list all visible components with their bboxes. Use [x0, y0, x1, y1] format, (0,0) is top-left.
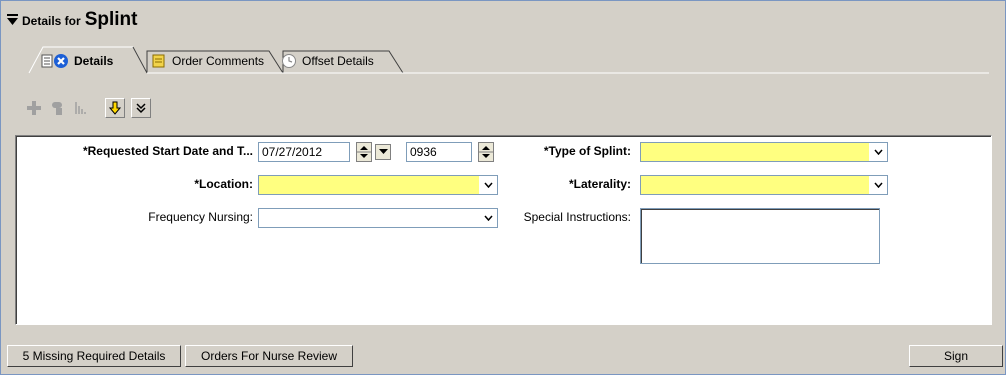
missing-details-button[interactable]: 5 Missing Required Details: [7, 345, 181, 367]
special-instructions-textarea[interactable]: [640, 208, 880, 264]
tab-order-comments[interactable]: Order Comments: [151, 49, 264, 73]
down-arrow-button[interactable]: [105, 98, 125, 118]
frequency-label: Frequency Nursing:: [148, 210, 253, 224]
expand-all-button[interactable]: [131, 98, 151, 118]
splint-type-dropdown[interactable]: [869, 143, 887, 161]
location-dropdown[interactable]: [479, 176, 497, 194]
collapse-triangle-icon[interactable]: [7, 14, 18, 26]
details-header: Details for Splint: [7, 9, 137, 31]
location-label: *Location:: [194, 177, 253, 191]
chevron-down-icon: [873, 149, 883, 155]
tab-details[interactable]: Details: [41, 49, 113, 73]
status-bar: 5 Missing Required Details Orders For Nu…: [1, 343, 1006, 371]
remove-icon[interactable]: [49, 99, 67, 117]
frequency-dropdown[interactable]: [479, 209, 497, 227]
laterality-dropdown[interactable]: [869, 176, 887, 194]
splint-type-select[interactable]: [640, 142, 888, 162]
error-x-icon: [54, 54, 68, 68]
tab-offset-details-label: Offset Details: [302, 54, 374, 68]
frequency-select[interactable]: [258, 208, 498, 228]
time-spinner[interactable]: [478, 142, 494, 162]
tab-details-label: Details: [74, 54, 114, 68]
sign-button[interactable]: Sign: [909, 345, 1003, 367]
details-toolbar: [25, 97, 157, 119]
special-instructions-label: Special Instructions:: [523, 210, 631, 224]
nurse-review-button[interactable]: Orders For Nurse Review: [185, 345, 353, 367]
header-title: Splint: [84, 9, 138, 30]
tab-offset-details[interactable]: Offset Details: [281, 49, 374, 73]
chevron-down-icon: [483, 182, 493, 188]
details-form-panel: *Requested Start Date and T... 07/27/201…: [15, 135, 992, 325]
start-date-field[interactable]: 07/27/2012: [258, 142, 350, 162]
order-details-window: Details for Splint Details Order Comment…: [0, 0, 1006, 375]
laterality-select[interactable]: [640, 175, 888, 195]
chart-icon[interactable]: [73, 99, 91, 117]
comments-icon: [152, 54, 165, 68]
double-chevron-icon: [136, 103, 146, 114]
add-icon[interactable]: [25, 99, 43, 117]
laterality-label: *Laterality:: [568, 177, 631, 191]
splint-type-label: *Type of Splint:: [543, 144, 631, 158]
start-time-field[interactable]: 0936: [406, 142, 472, 162]
dropdown-arrow-icon: [378, 149, 388, 154]
tab-order-comments-label: Order Comments: [172, 54, 265, 68]
clock-icon: [282, 54, 296, 68]
chevron-down-icon: [873, 182, 883, 188]
yellow-down-arrow-icon: [109, 101, 121, 115]
location-select[interactable]: [258, 175, 498, 195]
calendar-dropdown-button[interactable]: [375, 144, 391, 160]
chevron-down-icon: [483, 215, 493, 221]
date-spinner[interactable]: [356, 142, 372, 162]
header-prefix: Details for: [22, 14, 81, 28]
start-date-label: *Requested Start Date and T...: [82, 144, 253, 158]
